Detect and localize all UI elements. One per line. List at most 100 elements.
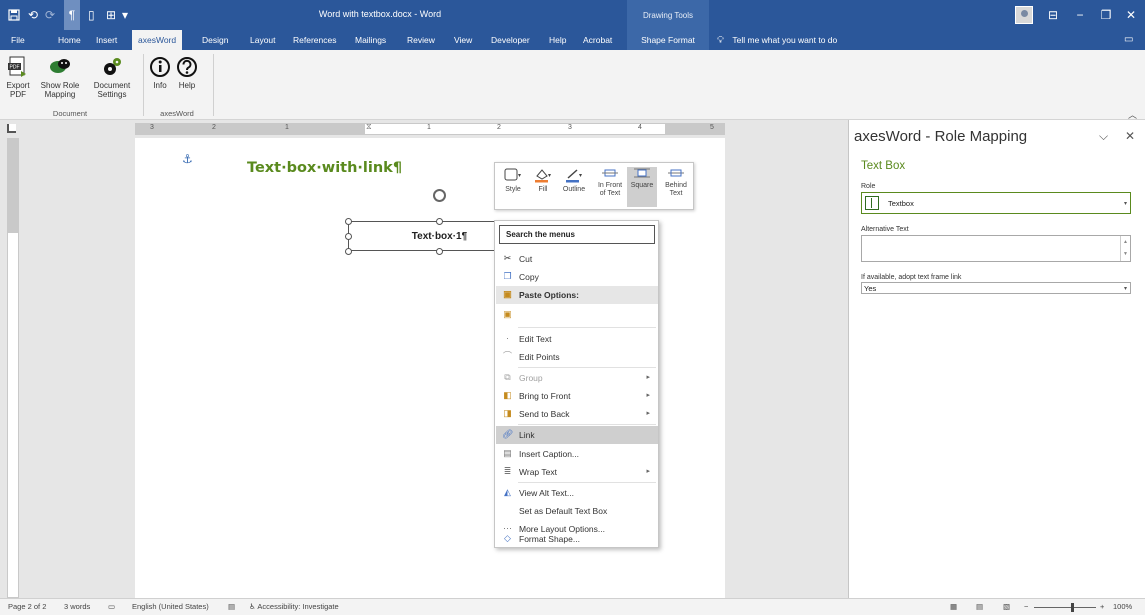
tab-selector-icon[interactable] bbox=[7, 124, 16, 133]
menu-item-label: Bring to Front bbox=[519, 391, 571, 401]
menu-item-format-shape[interactable]: ◇ Format Shape... bbox=[496, 530, 658, 548]
zoom-in-icon[interactable]: + bbox=[1100, 602, 1104, 611]
resize-handle[interactable] bbox=[345, 248, 352, 255]
document-heading[interactable]: Text·box·with·link¶ bbox=[247, 160, 402, 176]
rotate-handle-icon[interactable] bbox=[433, 189, 446, 202]
tab-insert[interactable]: Insert bbox=[96, 30, 117, 50]
restore-icon[interactable]: ❐ bbox=[1096, 0, 1116, 30]
menu-item-cut[interactable]: ✂ Cut bbox=[496, 250, 658, 268]
svg-text:▾: ▾ bbox=[548, 173, 551, 179]
tab-acrobat[interactable]: Acrobat bbox=[583, 30, 612, 50]
vertical-ruler[interactable] bbox=[0, 138, 24, 598]
zoom-slider[interactable] bbox=[1034, 607, 1096, 608]
zoom-slider-thumb[interactable] bbox=[1071, 603, 1074, 612]
in-front-label-1: In Front bbox=[597, 182, 623, 189]
menu-item-edit-text[interactable]: · Edit Text bbox=[496, 330, 658, 348]
behind-text-button[interactable]: Behind Text bbox=[661, 167, 691, 198]
gears-icon bbox=[104, 58, 121, 75]
paste-option-button[interactable]: ▣ bbox=[496, 305, 658, 325]
submenu-arrow-icon: ▸ bbox=[646, 410, 650, 417]
menu-item-edit-points[interactable]: ⌒ Edit Points bbox=[496, 348, 658, 366]
tab-file[interactable]: File bbox=[11, 30, 25, 50]
in-front-of-text-button[interactable]: In Front of Text bbox=[595, 167, 625, 198]
menu-item-view-alt-text[interactable]: ◭ View Alt Text... bbox=[496, 484, 658, 502]
shape-style-button[interactable]: ▾ Style bbox=[501, 167, 525, 194]
web-layout-icon[interactable]: ▧ bbox=[1003, 602, 1010, 611]
textbox-role-icon bbox=[865, 196, 879, 210]
menu-item-label: Edit Text bbox=[519, 334, 552, 344]
menu-item-bring-to-front[interactable]: ◧ Bring to Front ▸ bbox=[496, 387, 658, 405]
alt-text-input[interactable]: ▲ ▼ bbox=[861, 235, 1131, 262]
vertical-ruler-margin bbox=[7, 138, 19, 233]
indent-marker-icon[interactable]: ⧖ bbox=[366, 122, 372, 132]
shape-outline-button[interactable]: ▾ Outline bbox=[559, 167, 589, 194]
scroll-arrows-icon[interactable]: ▲ ▼ bbox=[1120, 236, 1130, 261]
adopt-link-select[interactable]: Yes ▾ bbox=[861, 282, 1131, 294]
role-select[interactable]: Textbox ▾ bbox=[861, 192, 1131, 214]
word-count[interactable]: 3 words bbox=[64, 602, 90, 611]
language[interactable]: English (United States) bbox=[132, 602, 209, 611]
close-icon[interactable]: ✕ bbox=[1121, 0, 1141, 30]
proofing-icon[interactable]: ▭ bbox=[108, 602, 115, 611]
focus-mode-icon[interactable]: ▦ bbox=[950, 602, 957, 611]
info-button[interactable]: Info bbox=[148, 56, 172, 90]
minimize-icon[interactable]: − bbox=[1070, 0, 1090, 30]
resize-handle[interactable] bbox=[345, 233, 352, 240]
resize-handle[interactable] bbox=[345, 218, 352, 225]
comments-icon[interactable]: ▭ bbox=[1124, 30, 1133, 50]
menu-item-group[interactable]: ⧉ Group ▸ bbox=[496, 369, 658, 387]
show-role-mapping-button[interactable]: Show Role Mapping bbox=[34, 56, 86, 99]
group-icon: ⧉ bbox=[504, 372, 511, 382]
document-settings-button[interactable]: Document Settings bbox=[88, 56, 136, 99]
zoom-level[interactable]: 100% bbox=[1113, 602, 1132, 611]
menu-item-link[interactable]: 🔗︎ Link bbox=[496, 426, 658, 444]
menu-item-copy[interactable]: ❐ Copy bbox=[496, 268, 658, 286]
tell-me-box[interactable]: 💡︎ Tell me what you want to do bbox=[717, 30, 837, 50]
print-layout-icon[interactable]: ▤ bbox=[976, 602, 983, 611]
menu-item-send-to-back[interactable]: ◨ Send to Back ▸ bbox=[496, 405, 658, 423]
fill-bucket-icon: ▾ bbox=[535, 169, 551, 183]
menu-item-label: View Alt Text... bbox=[519, 488, 574, 498]
pane-title: axesWord - Role Mapping bbox=[854, 128, 1028, 145]
tab-home[interactable]: Home bbox=[58, 30, 81, 50]
track-changes-icon[interactable]: ▤ bbox=[228, 602, 235, 611]
zoom-out-icon[interactable]: − bbox=[1024, 602, 1028, 611]
horizontal-ruler[interactable]: 3 2 1 1 2 3 4 5 ⧖ bbox=[0, 120, 848, 138]
pane-close-icon[interactable]: ✕ bbox=[1125, 129, 1135, 143]
group-separator bbox=[213, 54, 214, 116]
help-button[interactable]: Help bbox=[174, 56, 200, 90]
accessibility-status[interactable]: ♿︎ Accessibility: Investigate bbox=[249, 602, 339, 611]
tab-view[interactable]: View bbox=[454, 30, 472, 50]
tab-shape-format[interactable]: Shape Format bbox=[627, 30, 709, 50]
menu-separator bbox=[518, 327, 656, 328]
shape-fill-button[interactable]: ▾ Fill bbox=[531, 167, 555, 194]
anchor-icon[interactable]: ⚓︎ bbox=[182, 152, 193, 166]
search-menus-input[interactable]: Search the menus bbox=[499, 225, 655, 244]
svg-text:▾: ▾ bbox=[579, 173, 582, 179]
resize-handle[interactable] bbox=[436, 218, 443, 225]
accessibility-text: Accessibility: Investigate bbox=[257, 602, 339, 611]
tab-design[interactable]: Design bbox=[202, 30, 228, 50]
alt-text-icon: ◭ bbox=[504, 487, 511, 497]
export-pdf-label-2: PDF bbox=[10, 90, 26, 99]
export-pdf-button[interactable]: PDF Export PDF bbox=[4, 56, 32, 99]
menu-item-insert-caption[interactable]: ▤ Insert Caption... bbox=[496, 445, 658, 463]
square-wrap-button[interactable]: Square bbox=[627, 167, 657, 207]
tab-developer[interactable]: Developer bbox=[491, 30, 530, 50]
avatar[interactable] bbox=[1015, 6, 1033, 24]
page-count[interactable]: Page 2 of 2 bbox=[8, 602, 46, 611]
tab-help[interactable]: Help bbox=[549, 30, 566, 50]
tab-layout[interactable]: Layout bbox=[250, 30, 276, 50]
menu-item-wrap-text[interactable]: ≣ Wrap Text ▸ bbox=[496, 463, 658, 481]
tab-mailings[interactable]: Mailings bbox=[355, 30, 386, 50]
resize-handle[interactable] bbox=[436, 248, 443, 255]
menu-item-label: Format Shape... bbox=[519, 534, 580, 544]
pane-options-icon[interactable]: ⌵ bbox=[1099, 129, 1108, 144]
copy-icon: ❐ bbox=[503, 271, 512, 281]
menu-item-set-default-text-box[interactable]: Set as Default Text Box bbox=[496, 502, 658, 520]
tab-axesword[interactable]: axesWord bbox=[132, 30, 183, 50]
format-shape-icon: ◇ bbox=[504, 533, 511, 543]
ribbon-display-options-icon[interactable]: ⊟ bbox=[1043, 0, 1063, 30]
tab-references[interactable]: References bbox=[293, 30, 336, 50]
tab-review[interactable]: Review bbox=[407, 30, 435, 50]
